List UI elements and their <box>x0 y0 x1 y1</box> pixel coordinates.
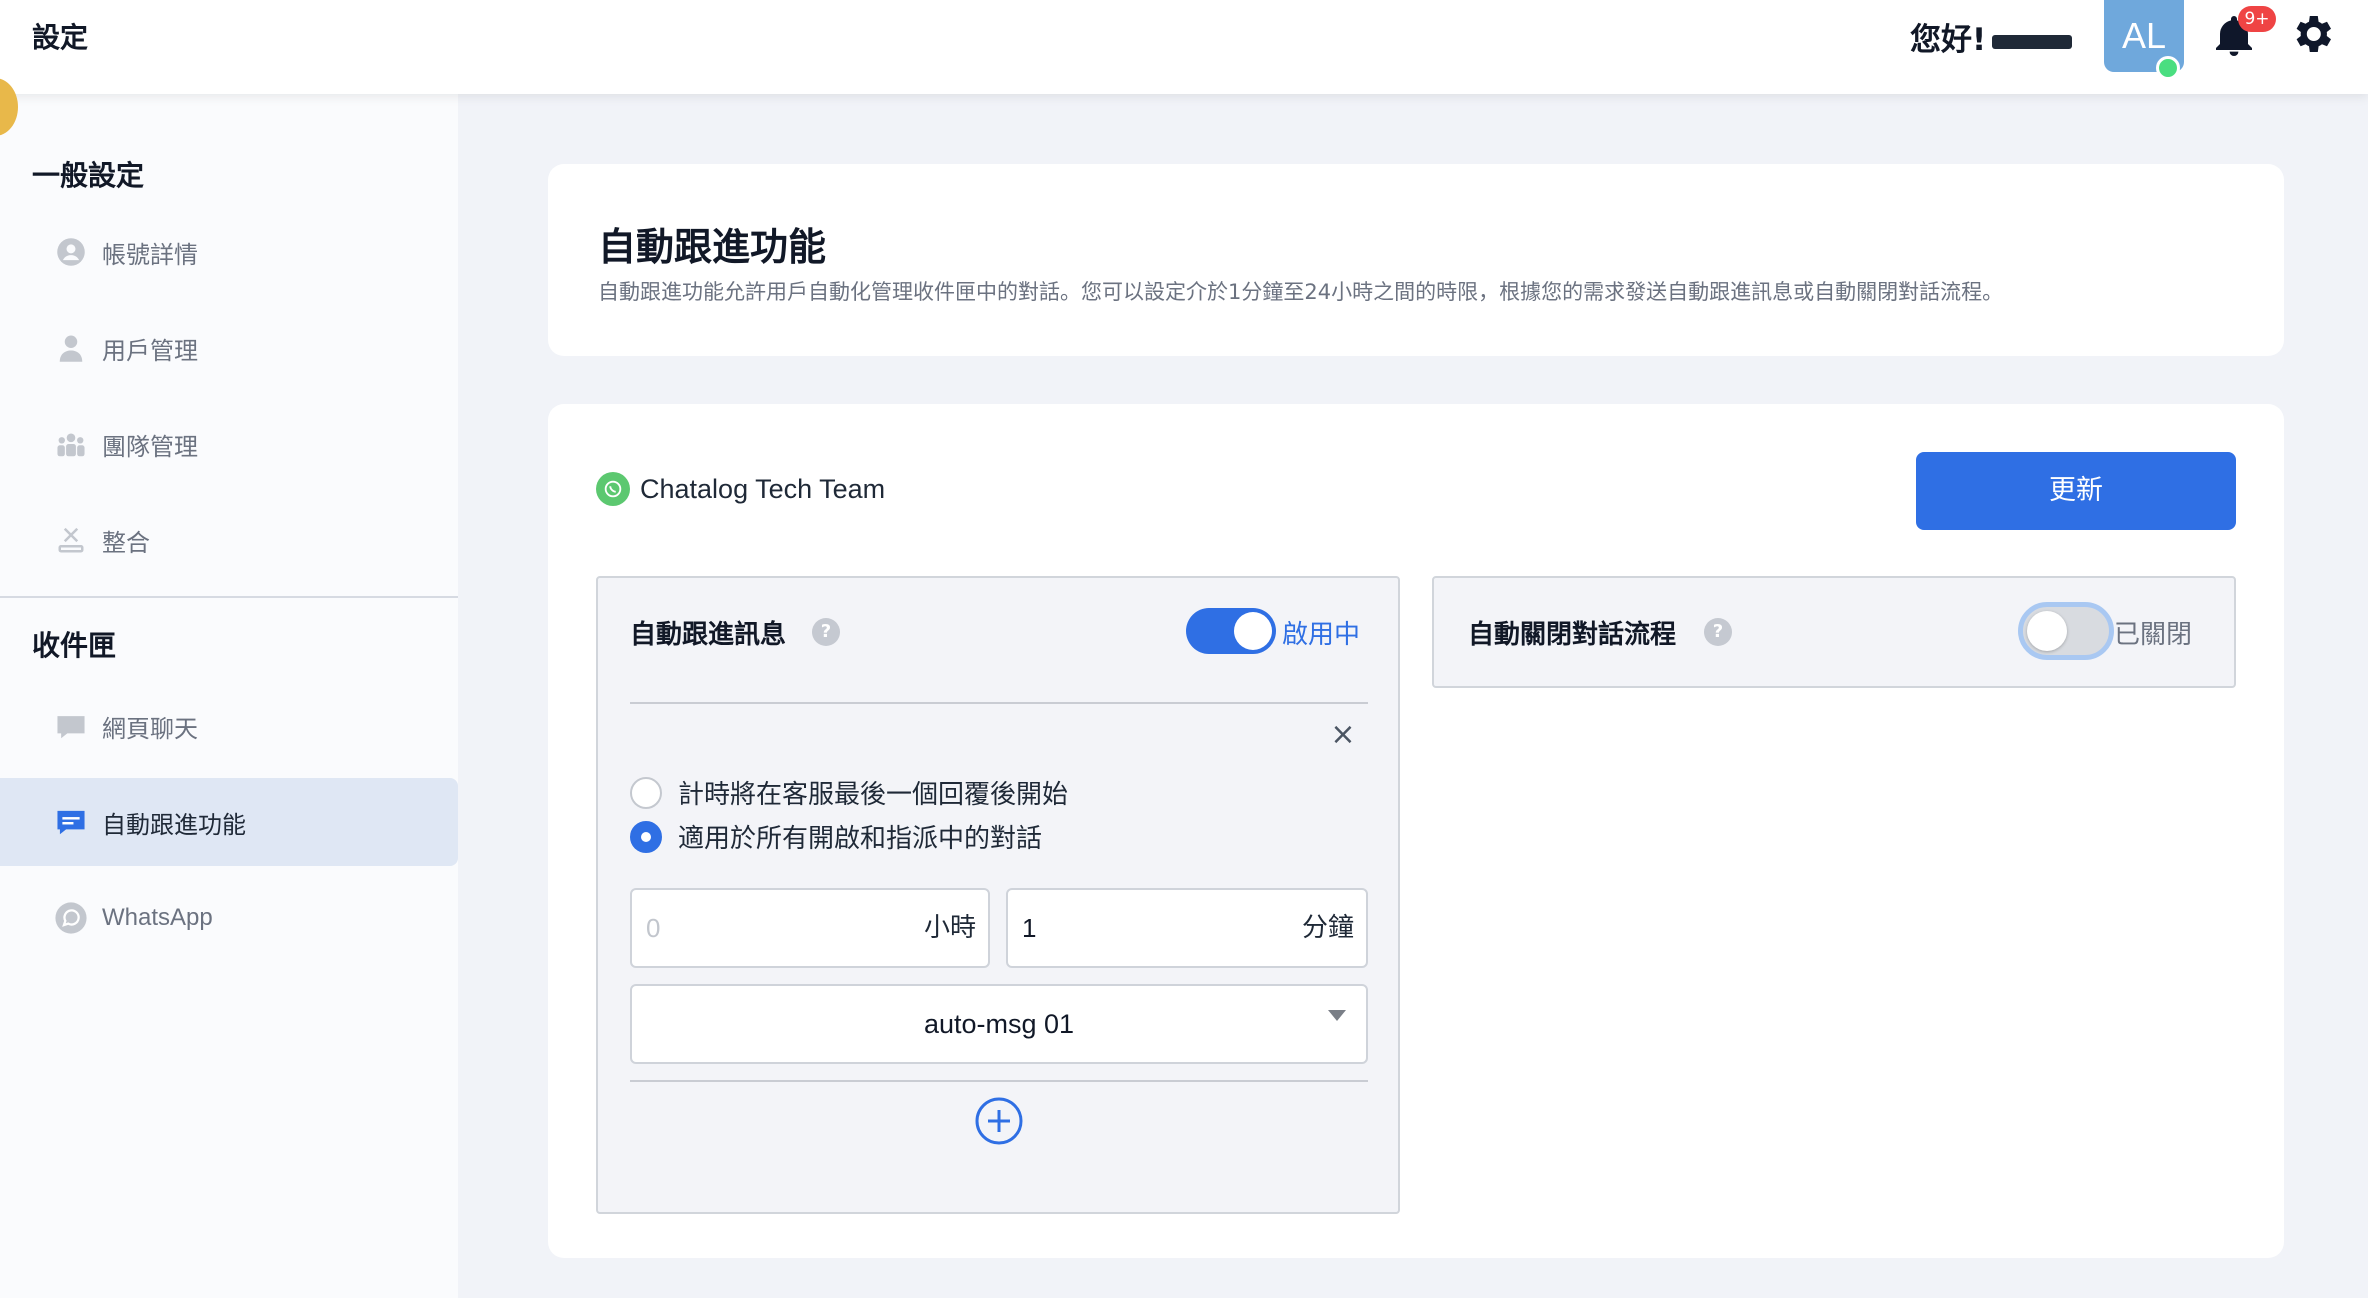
hours-input[interactable] <box>646 890 796 966</box>
sidebar-item-label: WhatsApp <box>102 904 213 931</box>
sidebar-item-teams[interactable]: 團隊管理 <box>0 400 458 488</box>
chat-message-icon <box>54 805 88 839</box>
channel-label: Chatalog Tech Team <box>596 472 885 506</box>
option-label: 適用於所有開啟和指派中的對話 <box>678 824 1043 854</box>
avatar-initials: AL <box>2121 15 2167 56</box>
followup-toggle[interactable] <box>1186 608 1276 654</box>
sidebar-item-integrations[interactable]: 整合 <box>0 496 458 584</box>
sidebar-section-general: 一般設定 <box>32 159 145 192</box>
help-icon[interactable]: ? <box>812 618 840 646</box>
followup-toggle-label: 啟用中 <box>1282 620 1361 650</box>
sidebar-item-label: 帳號詳情 <box>102 240 198 269</box>
page-title: 設定 <box>32 21 89 54</box>
intro-card: 自動跟進功能 自動跟進功能允許用戶自動化管理收件匣中的對話。您可以設定介於1分鐘… <box>548 164 2284 356</box>
team-icon <box>54 427 88 461</box>
sidebar-item-auto-followup[interactable]: 自動跟進功能 <box>0 778 458 866</box>
minutes-field[interactable]: 分鐘 <box>1006 888 1368 968</box>
sidebar-item-label: 網頁聊天 <box>102 714 198 743</box>
notification-bell-icon[interactable]: 9+ <box>2210 6 2276 60</box>
greeting-label: 您好! <box>1910 22 1987 58</box>
panel-divider <box>630 1080 1368 1082</box>
toggle-knob <box>1234 612 1272 650</box>
redacted-username <box>1992 34 2073 49</box>
followup-panel: 自動跟進訊息 ? 啟用中 × 計時將在客服最後一個回覆後開始 適用於所有開啟和指… <box>596 576 1400 1214</box>
radio-button-checked[interactable] <box>630 820 662 853</box>
sidebar-item-users[interactable]: 用戶管理 <box>0 304 458 392</box>
option-after-last-reply[interactable]: 計時將在客服最後一個回覆後開始 <box>630 774 1068 811</box>
autoclose-title: 自動關閉對話流程 <box>1468 620 1677 650</box>
settings-card: Chatalog Tech Team 更新 自動跟進訊息 ? 啟用中 × 計時將… <box>548 404 2284 1258</box>
sidebar-item-label: 用戶管理 <box>102 336 198 365</box>
autoclose-toggle-label: 已關閉 <box>2114 620 2193 650</box>
sidebar-divider <box>0 596 458 598</box>
sidebar-item-account[interactable]: 帳號詳情 <box>0 208 458 296</box>
panel-divider <box>630 702 1368 704</box>
sidebar-item-label: 團隊管理 <box>102 432 198 461</box>
whatsapp-icon <box>54 901 88 935</box>
online-status-dot <box>2156 56 2180 80</box>
minutes-unit: 分鐘 <box>1301 913 1354 943</box>
greeting-text: 您好! <box>1910 14 2073 59</box>
channel-name: Chatalog Tech Team <box>640 473 886 504</box>
close-icon[interactable]: × <box>1328 720 1358 750</box>
sidebar-item-label: 自動跟進功能 <box>102 810 246 839</box>
update-button[interactable]: 更新 <box>1916 452 2236 530</box>
gear-icon[interactable] <box>2288 10 2336 58</box>
message-template-select[interactable]: auto-msg 01 <box>630 984 1368 1064</box>
minutes-input[interactable] <box>1022 890 1172 966</box>
chevron-down-icon <box>1328 1010 1346 1021</box>
radio-button[interactable] <box>630 776 662 809</box>
sidebar-item-whatsapp[interactable]: WhatsApp <box>0 874 458 962</box>
autoclose-panel: 自動關閉對話流程 ? 已關閉 <box>1432 576 2236 688</box>
whatsapp-icon <box>596 472 630 506</box>
option-all-conversations[interactable]: 適用於所有開啟和指派中的對話 <box>630 818 1042 855</box>
hours-field[interactable]: 小時 <box>630 888 990 968</box>
hours-unit: 小時 <box>923 913 976 943</box>
option-label: 計時將在客服最後一個回覆後開始 <box>678 780 1069 810</box>
webchat-icon <box>54 709 88 743</box>
autoclose-toggle[interactable] <box>2018 602 2114 660</box>
sidebar-section-inbox: 收件匣 <box>32 629 117 662</box>
selected-template: auto-msg 01 <box>923 1009 1075 1039</box>
toggle-knob <box>2027 611 2067 651</box>
integration-icon <box>54 523 88 557</box>
help-icon[interactable]: ? <box>1704 618 1732 646</box>
sidebar: 一般設定 帳號詳情 用戶管理 團隊管理 整合 收件匣 網頁聊天 自動跟進功能 W… <box>0 94 458 1298</box>
feature-description: 自動跟進功能允許用戶自動化管理收件匣中的對話。您可以設定介於1分鐘至24小時之間… <box>598 280 2004 304</box>
top-header: 設定 您好! AL 9+ <box>0 0 2368 94</box>
user-circle-icon <box>54 235 88 269</box>
user-icon <box>54 331 88 365</box>
avatar[interactable]: AL <box>2104 0 2184 80</box>
feature-heading: 自動跟進功能 <box>598 225 827 269</box>
sidebar-item-webchat[interactable]: 網頁聊天 <box>0 682 458 770</box>
notification-badge: 9+ <box>2238 6 2276 32</box>
add-circle-icon[interactable] <box>974 1096 1024 1146</box>
followup-title: 自動跟進訊息 <box>630 620 787 650</box>
sidebar-item-label: 整合 <box>102 528 150 557</box>
